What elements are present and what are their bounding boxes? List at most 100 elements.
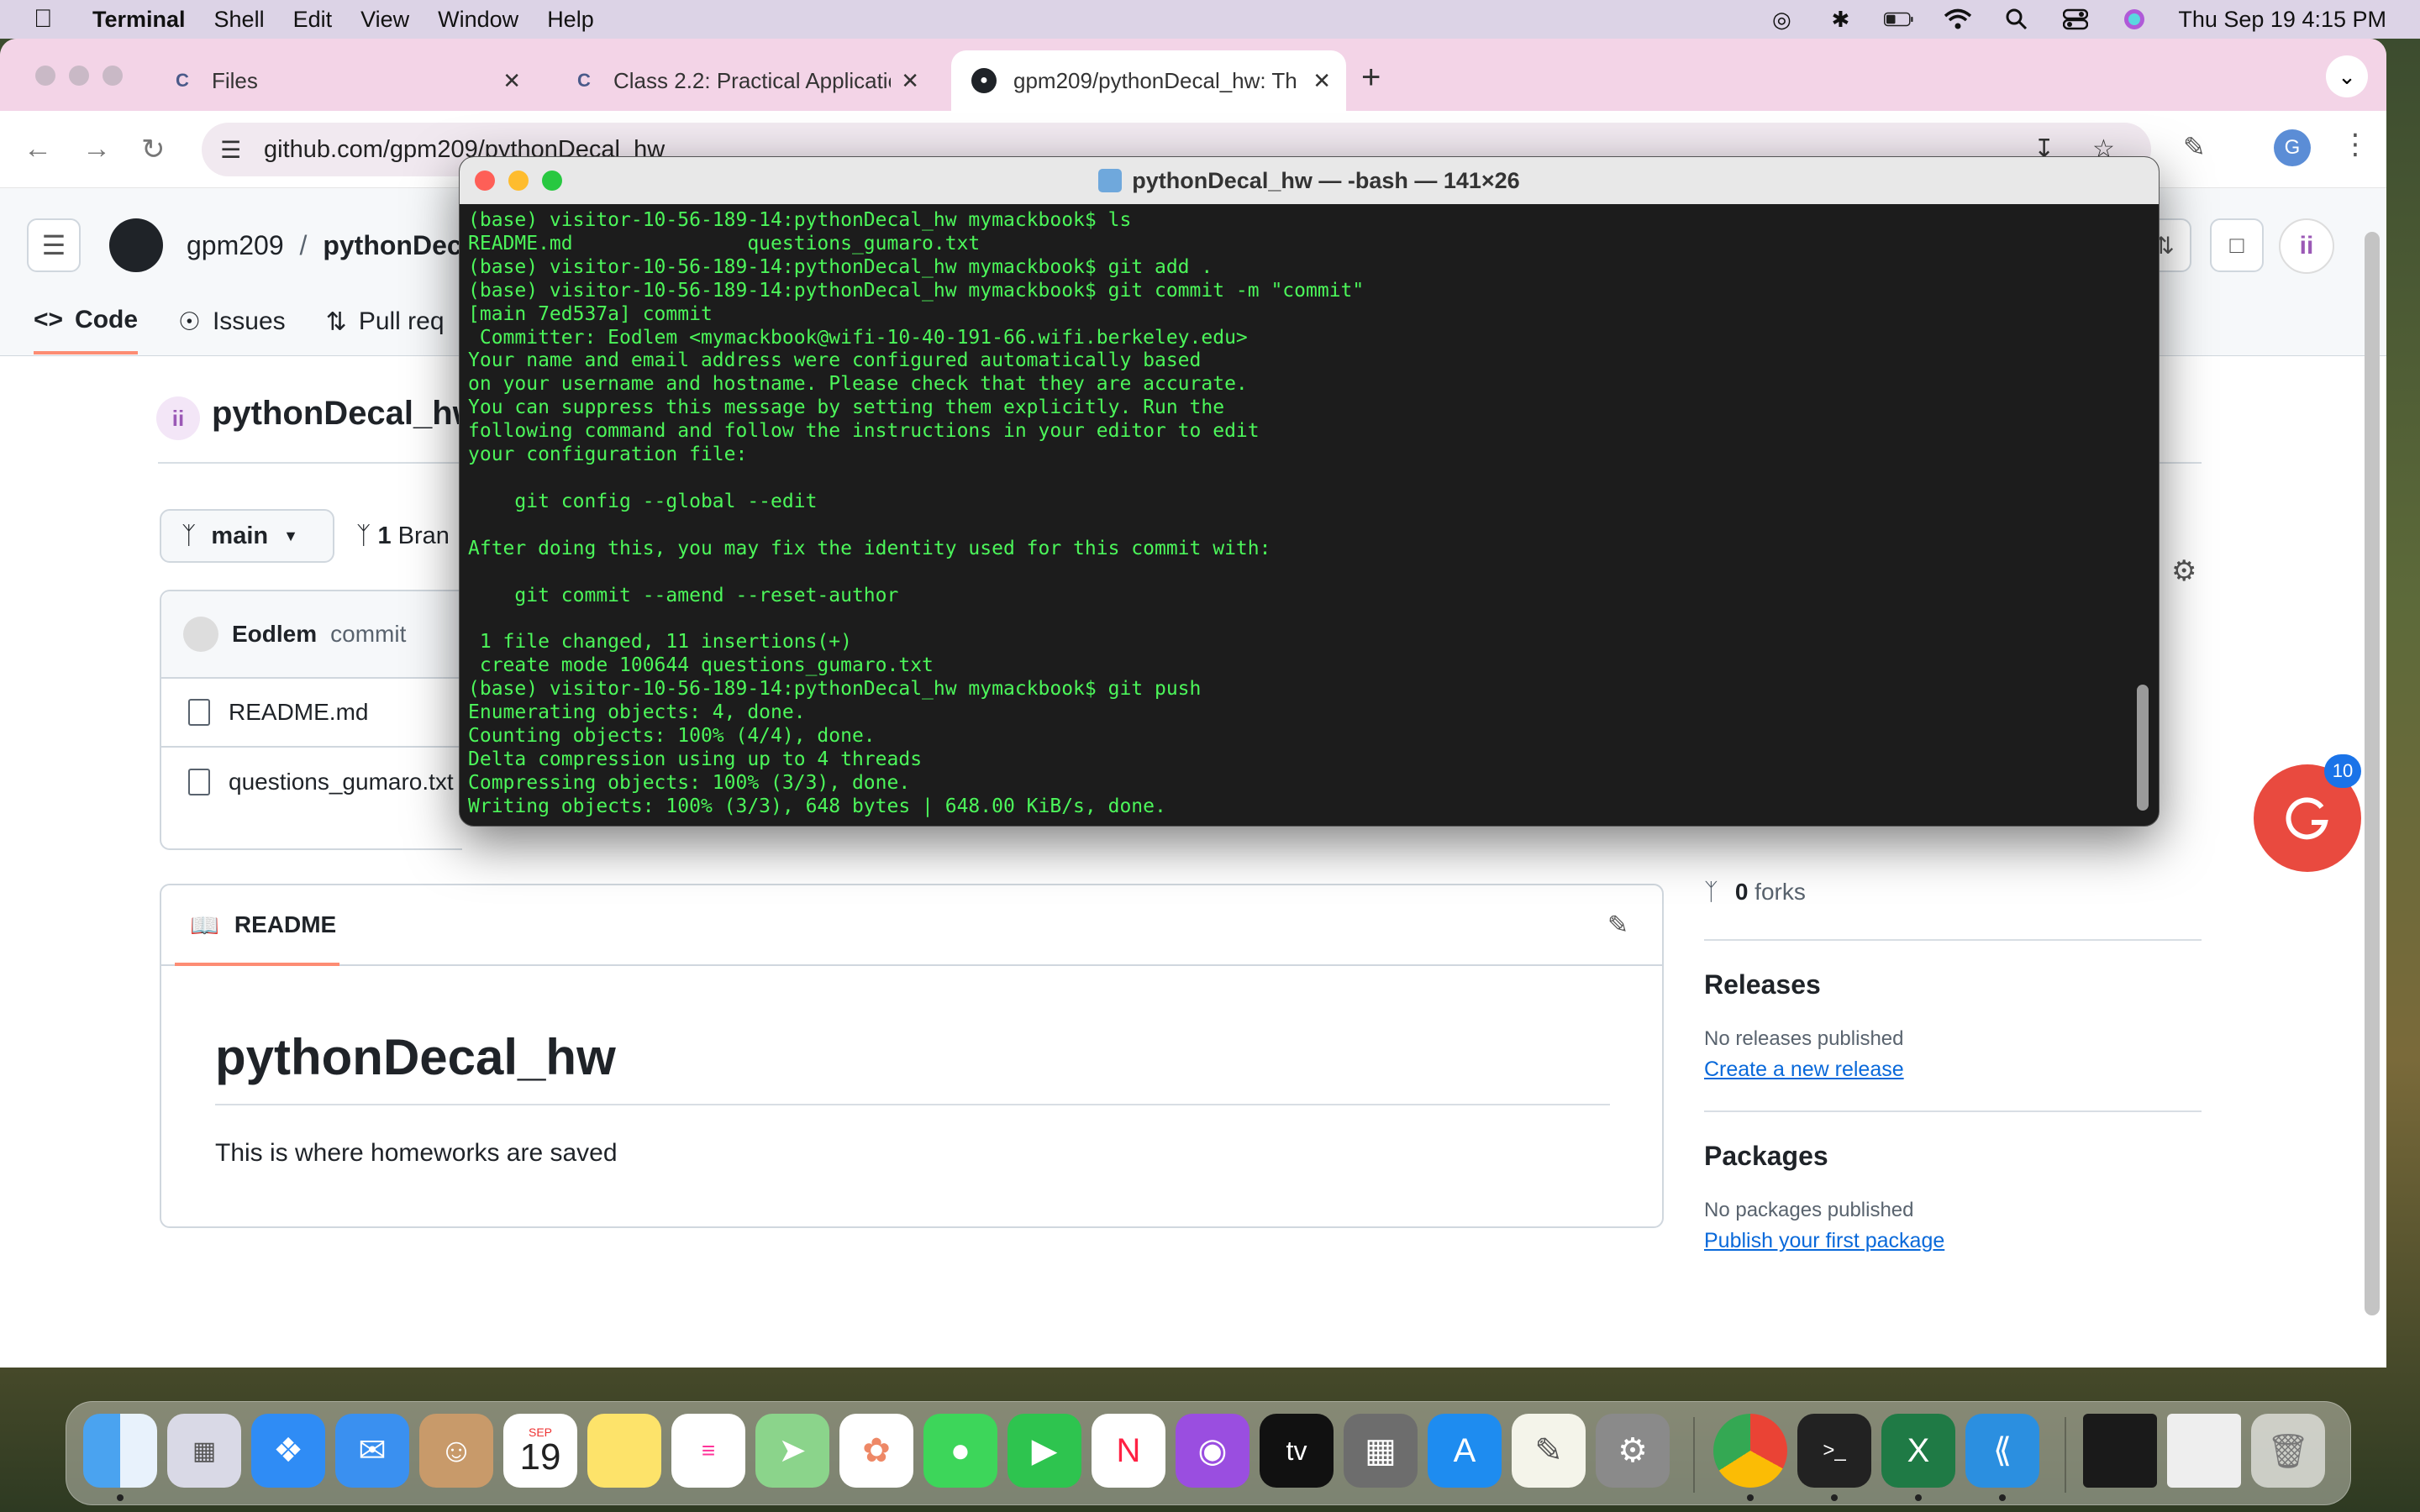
running-indicator <box>1999 1494 2006 1501</box>
trash-icon[interactable]: 🗑 <box>2251 1414 2325 1488</box>
minimize-window-button[interactable] <box>69 66 89 86</box>
terminal-output[interactable]: (base) visitor-10-56-189-14:pythonDecal_… <box>468 209 2132 819</box>
minimize-window-button[interactable] <box>508 171 529 191</box>
vscode-icon[interactable]: ⟪ <box>1965 1414 2039 1488</box>
readme-header: 📖 README ✎ <box>161 885 1662 966</box>
chrome-icon[interactable] <box>1713 1414 1787 1488</box>
podcasts-icon[interactable]: ◉ <box>1176 1414 1249 1488</box>
apple-icon[interactable]:  <box>34 5 67 34</box>
reload-icon[interactable]: ↻ <box>141 133 166 166</box>
pencil-icon[interactable]: ✎ <box>1607 911 1628 940</box>
spotlight-icon[interactable] <box>2002 8 2032 31</box>
photos-icon[interactable]: ✿ <box>839 1414 913 1488</box>
terminal-window-thumbnail[interactable] <box>2083 1414 2157 1488</box>
apple-tv-icon[interactable]: tv <box>1260 1414 1334 1488</box>
tab-files[interactable]: C Files ✕ <box>150 50 536 111</box>
launchpad-icon[interactable]: ▦ <box>167 1414 241 1488</box>
messages-icon[interactable]: ● <box>923 1414 997 1488</box>
control-center-icon[interactable] <box>2060 8 2091 31</box>
releases-heading[interactable]: Releases <box>1704 969 2208 1000</box>
contacts-icon[interactable]: ☺ <box>419 1414 493 1488</box>
tab-pull-requests[interactable]: ⇅ Pull req <box>326 306 445 354</box>
system-settings-icon[interactable]: ⚙ <box>1596 1414 1670 1488</box>
hamburger-menu-icon[interactable]: ☰ <box>27 218 81 272</box>
tab-github[interactable]: ● gpm209/pythonDecal_hw: Th ✕ <box>951 50 1346 111</box>
list-item[interactable]: README.md <box>161 679 462 748</box>
battery-icon[interactable] <box>1884 8 1914 31</box>
github-logo-icon[interactable] <box>109 218 163 272</box>
branch-icon: ᛉ <box>356 522 371 549</box>
reminders-icon[interactable]: ≡ <box>671 1414 745 1488</box>
create-release-link[interactable]: Create a new release <box>1704 1058 2208 1082</box>
close-tab-icon[interactable]: ✕ <box>901 68 919 94</box>
branch-selector[interactable]: ᛉ main ▼ <box>160 509 334 563</box>
chevron-down-icon[interactable]: ⌄ <box>2326 55 2368 97</box>
menu-shell[interactable]: Shell <box>214 7 265 33</box>
textedit-icon[interactable]: ✎ <box>1512 1414 1586 1488</box>
inbox-icon[interactable]: □ <box>2210 218 2264 272</box>
menu-view[interactable]: View <box>360 7 409 33</box>
finder-icon[interactable] <box>83 1414 157 1488</box>
notes-icon[interactable] <box>587 1414 661 1488</box>
user-avatar[interactable]: ii <box>2279 218 2334 274</box>
extensions-icon[interactable]: ✎ <box>2183 131 2206 163</box>
terminal-titlebar[interactable]: pythonDecal_hw — -bash — 141×26 <box>460 157 2159 204</box>
divider <box>1704 939 2202 941</box>
terminal-scrollbar[interactable] <box>2133 214 2149 817</box>
menu-help[interactable]: Help <box>547 7 594 33</box>
commit-author[interactable]: Eodlem <box>232 621 317 648</box>
terminal-window: pythonDecal_hw — -bash — 141×26 (base) v… <box>459 156 2160 827</box>
document-thumbnail[interactable] <box>2167 1414 2241 1488</box>
calendar-icon[interactable]: SEP 19 <box>503 1414 577 1488</box>
packages-heading[interactable]: Packages <box>1704 1141 2208 1172</box>
excel-icon[interactable]: X <box>1881 1414 1955 1488</box>
calculator-icon[interactable]: ▦ <box>1344 1414 1418 1488</box>
terminal-line: on your username and hostname. Please ch… <box>468 373 1248 396</box>
tab-class[interactable]: C Class 2.2: Practical Applicatio ✕ <box>551 50 934 111</box>
mail-icon[interactable]: ✉ <box>335 1414 409 1488</box>
forward-icon[interactable]: → <box>82 133 111 165</box>
terminal-line: (base) visitor-10-56-189-14:pythonDecal_… <box>468 279 1365 302</box>
close-window-button[interactable] <box>475 171 495 191</box>
facetime-icon[interactable]: ▶ <box>1007 1414 1081 1488</box>
menu-app-name[interactable]: Terminal <box>92 7 186 33</box>
list-item[interactable]: questions_gumaro.txt <box>161 748 462 816</box>
app-store-icon[interactable]: A <box>1428 1414 1502 1488</box>
menu-edit[interactable]: Edit <box>293 7 333 33</box>
zoom-window-button[interactable] <box>542 171 562 191</box>
siri-icon[interactable] <box>2119 8 2149 31</box>
close-window-button[interactable] <box>35 66 55 86</box>
zoom-window-button[interactable] <box>103 66 123 86</box>
safari-icon[interactable]: ❖ <box>251 1414 325 1488</box>
new-tab-icon[interactable]: + <box>1361 59 1381 97</box>
releases-empty: No releases published <box>1704 1027 1904 1050</box>
publish-package-link[interactable]: Publish your first package <box>1704 1229 2208 1253</box>
readme-tab[interactable]: README <box>234 911 336 938</box>
gear-icon[interactable]: ⚙ <box>2171 554 2196 588</box>
bluetooth-icon[interactable]: ✱ <box>1825 7 1855 32</box>
news-icon[interactable]: N <box>1092 1414 1165 1488</box>
breadcrumb-owner[interactable]: gpm209 <box>187 230 284 260</box>
terminal-icon[interactable]: >_ <box>1797 1414 1871 1488</box>
tab-code[interactable]: <> Code <box>34 306 139 354</box>
close-tab-icon[interactable]: ✕ <box>1313 68 1331 94</box>
terminal-line: Delta compression using up to 4 threads <box>468 748 923 770</box>
menubar-clock[interactable]: Thu Sep 19 4:15 PM <box>2178 7 2386 33</box>
back-icon[interactable]: ← <box>24 133 52 165</box>
maps-icon[interactable]: ➤ <box>755 1414 829 1488</box>
branches-link[interactable]: ᛉ 1 Bran <box>356 522 450 550</box>
wifi-icon[interactable] <box>1943 8 1973 31</box>
site-settings-icon[interactable]: ☰ <box>220 136 241 164</box>
scrollbar-thumb[interactable] <box>2137 685 2149 811</box>
repo-title[interactable]: pythonDecal_hw <box>212 395 479 433</box>
page-scrollbar[interactable] <box>2365 232 2380 1315</box>
file-icon <box>188 769 210 795</box>
close-tab-icon[interactable]: ✕ <box>502 68 521 94</box>
creative-cloud-icon[interactable]: ◎ <box>1766 7 1797 32</box>
commit-message[interactable]: commit <box>330 621 406 648</box>
tab-issues[interactable]: ☉ Issues <box>178 306 286 354</box>
menu-window[interactable]: Window <box>438 7 518 33</box>
forks-link[interactable]: ᛉ 0 forks <box>1704 879 2208 906</box>
more-menu-icon[interactable]: ⋮ <box>2341 128 2370 161</box>
profile-avatar[interactable]: G <box>2274 129 2311 166</box>
